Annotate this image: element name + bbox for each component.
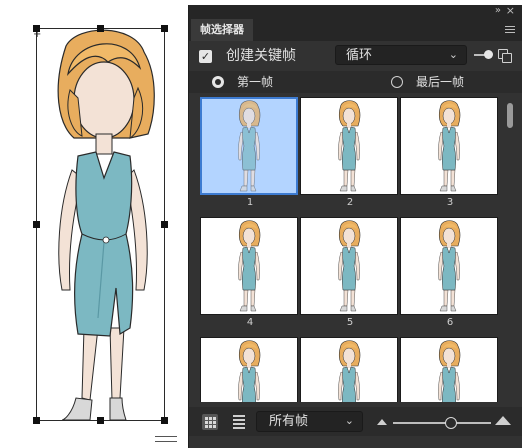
grid-view-icon[interactable] — [202, 414, 218, 430]
frame-thumbnail[interactable] — [400, 217, 498, 315]
grid-scrollbar[interactable] — [507, 103, 513, 128]
character-thumbnail — [336, 340, 362, 402]
first-frame-label: 第一帧 — [237, 75, 274, 89]
frame-filter-value: 所有帧 — [269, 414, 309, 429]
character-thumbnail — [336, 100, 362, 194]
chevron-down-icon: ⌄ — [344, 414, 354, 427]
stage-canvas[interactable]: + — [0, 0, 188, 448]
thumbnail-size-slider[interactable] — [393, 422, 491, 424]
tab-frame-picker[interactable]: 帧选择器 — [191, 19, 253, 41]
collapse-panel-icon[interactable]: » — [495, 6, 501, 16]
frame-thumbnail[interactable] — [200, 337, 298, 402]
zoom-in-icon[interactable] — [495, 416, 511, 425]
character-thumbnail — [236, 220, 262, 314]
first-frame-radio[interactable] — [212, 76, 224, 88]
panel-menu-icon[interactable] — [505, 26, 515, 35]
resize-handle-top[interactable] — [97, 25, 104, 32]
create-keyframe-label: 创建关键帧 — [226, 48, 296, 64]
frame-picker-panel: » × 帧选择器 ✓ 创建关键帧 循环 ⌄ 第一帧 最后一帧 1 2 3 4 5 6 所有… — [188, 5, 522, 448]
resize-handle-top-right[interactable] — [161, 25, 168, 32]
frame-number: 5 — [346, 317, 354, 328]
resize-handle-bottom-right[interactable] — [161, 417, 168, 424]
loop-mode-select[interactable]: 循环 ⌄ — [335, 45, 467, 65]
frame-item[interactable]: 3 — [400, 97, 500, 217]
panel-resize-grip[interactable] — [155, 436, 177, 442]
character-thumbnail — [236, 100, 262, 193]
frame-item[interactable]: 2 — [300, 97, 400, 217]
frame-item[interactable]: 1 — [200, 97, 300, 217]
frame-number: 4 — [246, 317, 254, 328]
panel-top-strip: » × — [189, 5, 522, 19]
frame-item[interactable]: 6 — [400, 217, 500, 337]
zoom-out-icon[interactable] — [377, 419, 387, 425]
frame-thumbnail[interactable] — [200, 97, 298, 195]
resize-handle-bottom[interactable] — [97, 417, 104, 424]
close-icon[interactable]: × — [506, 5, 515, 16]
duplicate-icon[interactable] — [498, 49, 512, 63]
character-thumbnail — [436, 220, 462, 314]
last-frame-radio[interactable] — [391, 76, 403, 88]
frame-thumbnail[interactable] — [400, 97, 498, 195]
frame-filter-select[interactable]: 所有帧 ⌄ — [256, 411, 363, 432]
frame-thumbnail[interactable] — [300, 217, 398, 315]
character-thumbnail — [236, 340, 262, 402]
frame-item[interactable] — [400, 337, 500, 402]
frame-number: 1 — [246, 197, 254, 208]
frame-thumbnail[interactable] — [300, 97, 398, 195]
resize-handle-left[interactable] — [33, 221, 40, 228]
resize-handle-top-left[interactable] — [33, 25, 40, 32]
frame-thumbnail[interactable] — [300, 337, 398, 402]
resize-handle-right[interactable] — [161, 221, 168, 228]
frame-number: 6 — [446, 317, 454, 328]
character-thumbnail — [436, 100, 462, 194]
frame-item[interactable]: 4 — [200, 217, 300, 337]
panel-tab-bar: 帧选择器 — [189, 19, 522, 41]
loop-mode-value: 循环 — [346, 48, 373, 63]
frame-number: 3 — [446, 197, 454, 208]
resize-handle-bottom-left[interactable] — [33, 417, 40, 424]
character-thumbnail — [436, 340, 462, 402]
frame-item[interactable] — [300, 337, 400, 402]
create-keyframe-checkbox[interactable]: ✓ — [199, 50, 212, 63]
frame-item[interactable]: 5 — [300, 217, 400, 337]
frame-thumbnail[interactable] — [400, 337, 498, 402]
frame-thumbnail[interactable] — [200, 217, 298, 315]
character-thumbnail — [336, 220, 362, 314]
keyframe-row: ✓ 创建关键帧 循环 ⌄ — [189, 41, 522, 71]
list-view-icon[interactable] — [233, 415, 245, 431]
chevron-down-icon: ⌄ — [448, 48, 458, 61]
frame-item[interactable] — [200, 337, 300, 402]
selection-bounding-box[interactable] — [36, 28, 165, 421]
frame-number: 2 — [346, 197, 354, 208]
frame-range-row: 第一帧 最后一帧 — [189, 71, 522, 93]
frame-grid: 1 2 3 4 5 6 — [189, 97, 507, 402]
last-frame-label: 最后一帧 — [416, 75, 465, 89]
panel-bottom-bar: 所有帧 ⌄ — [189, 407, 522, 436]
loop-slider-knob[interactable] — [484, 50, 493, 59]
thumbnail-size-slider-knob[interactable] — [445, 417, 457, 429]
